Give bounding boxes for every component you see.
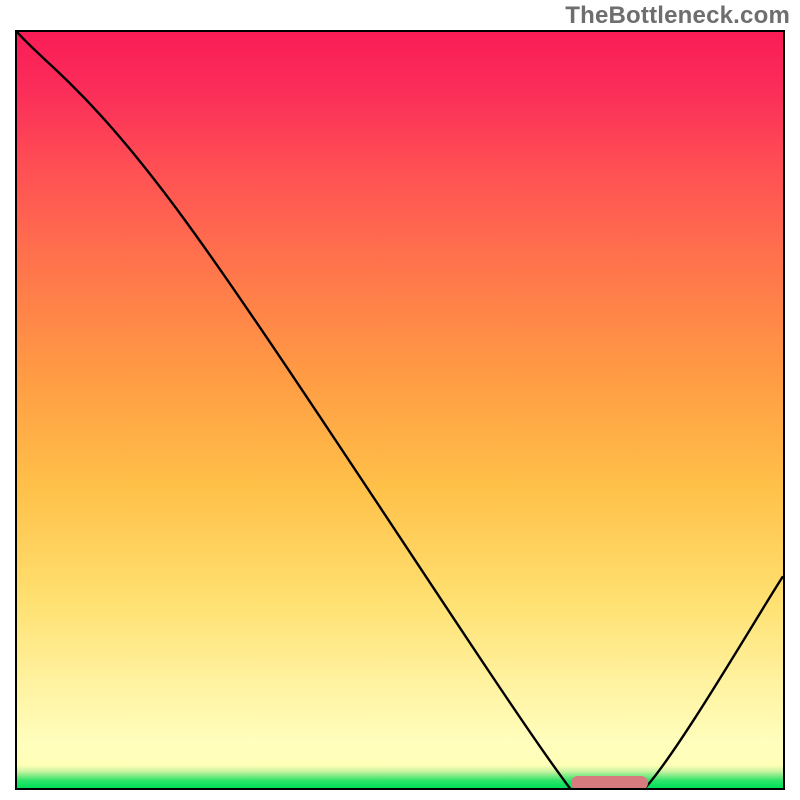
gradient-background: [17, 32, 783, 788]
plot-area: [15, 30, 785, 790]
watermark-text: TheBottleneck.com: [565, 2, 790, 30]
chart-frame: TheBottleneck.com: [0, 0, 800, 800]
optimal-range-marker: [571, 776, 648, 790]
